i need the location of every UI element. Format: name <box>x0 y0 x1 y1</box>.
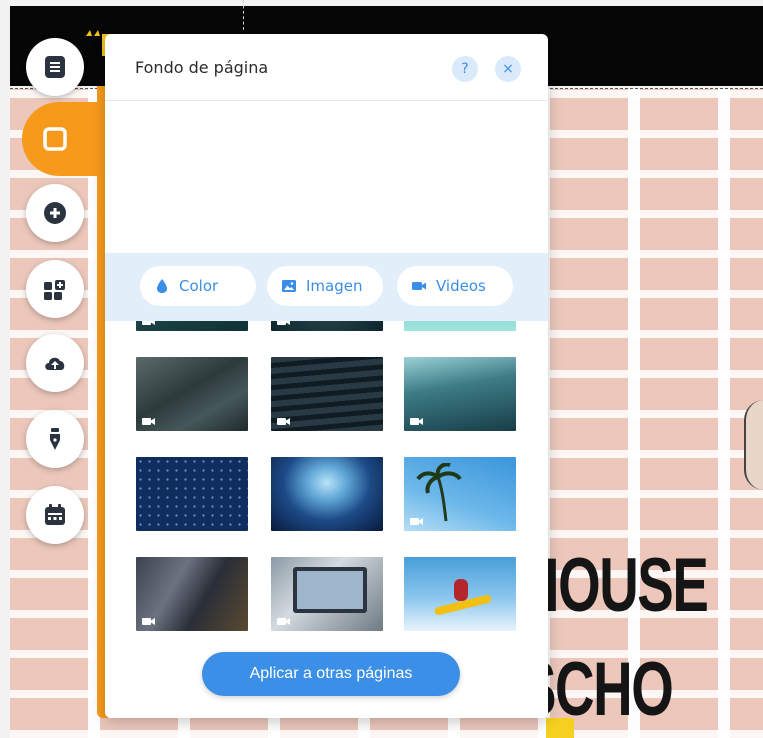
video-camera-icon <box>412 282 426 290</box>
help-button[interactable]: ? <box>452 56 478 82</box>
calendar-icon <box>45 504 65 525</box>
tab-image-label: Imagen <box>306 277 363 295</box>
tab-color[interactable]: Color <box>140 266 256 306</box>
video-thumbnail[interactable] <box>404 457 516 531</box>
background-icon <box>43 127 67 151</box>
background-preview <box>105 101 548 253</box>
hero-photo-edge <box>744 400 763 490</box>
close-button[interactable]: × <box>495 56 521 82</box>
palm-tree-icon <box>416 463 462 522</box>
image-icon <box>282 280 296 292</box>
video-badge-icon <box>410 517 424 526</box>
pages-icon <box>45 56 65 78</box>
rail-design-button[interactable] <box>26 410 84 468</box>
video-thumbnail[interactable] <box>404 357 516 431</box>
video-badge-icon <box>142 617 156 626</box>
video-thumbnail[interactable] <box>404 321 516 331</box>
tab-color-label: Color <box>179 277 219 295</box>
panel-title: Fondo de página <box>135 58 269 77</box>
close-icon: × <box>502 61 514 77</box>
rail-upload-button[interactable] <box>26 334 84 392</box>
snowboarder-shape <box>454 579 468 601</box>
page-background-panel: Fondo de página ? × Color Imagen Videos … <box>105 34 548 718</box>
rail-background-button[interactable] <box>26 110 84 168</box>
video-thumbnail[interactable] <box>136 457 248 531</box>
hero-accent-strip <box>546 718 574 738</box>
video-badge-icon <box>277 417 291 426</box>
video-thumbnail[interactable] <box>136 321 248 331</box>
panel-header: Fondo de página ? × <box>105 34 548 101</box>
video-badge-icon <box>142 417 156 426</box>
video-thumbnail[interactable] <box>404 557 516 631</box>
help-icon: ? <box>461 61 469 77</box>
video-thumbnail[interactable] <box>271 357 383 431</box>
guide-line-vertical <box>243 0 244 30</box>
video-thumbnail[interactable] <box>271 557 383 631</box>
video-badge-icon <box>410 417 424 426</box>
video-thumbnail[interactable] <box>136 357 248 431</box>
video-thumbnail[interactable] <box>136 557 248 631</box>
tab-videos-label: Videos <box>436 277 486 295</box>
apply-to-other-pages-button[interactable]: Aplicar a otras páginas <box>202 652 460 696</box>
tab-image[interactable]: Imagen <box>267 266 383 306</box>
laptop-screen <box>293 567 367 613</box>
hero-heading-line1: HOUSE <box>520 543 709 628</box>
video-badge-icon <box>142 321 156 326</box>
tab-videos[interactable]: Videos <box>397 266 513 306</box>
video-thumbnail[interactable] <box>271 457 383 531</box>
droplet-icon <box>157 279 167 293</box>
pen-icon <box>50 428 60 450</box>
rail-add-button[interactable] <box>26 184 84 242</box>
add-icon <box>44 202 66 224</box>
video-badge-icon <box>277 321 291 326</box>
upload-cloud-icon <box>45 357 65 370</box>
rail-apps-button[interactable] <box>26 260 84 318</box>
video-badge-icon <box>277 617 291 626</box>
hero-heading-line2: SCHO <box>520 647 674 732</box>
rail-bookings-button[interactable] <box>26 486 84 544</box>
video-thumbnail[interactable] <box>271 321 383 331</box>
rail-pages-button[interactable] <box>26 38 84 96</box>
background-type-tabs: Color Imagen Videos <box>105 253 548 321</box>
apps-icon <box>44 280 65 300</box>
